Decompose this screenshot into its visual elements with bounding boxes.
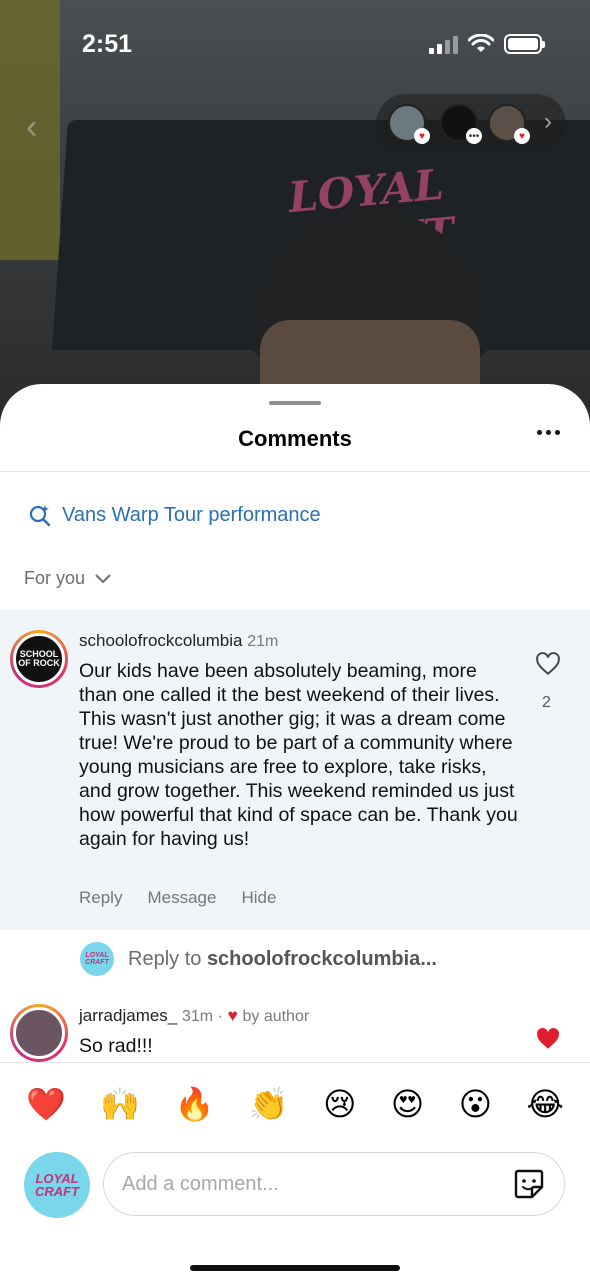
chevron-left-icon[interactable]: ‹ <box>26 108 37 147</box>
sheet-handle[interactable] <box>269 401 321 405</box>
viewer-avatar: ♥ <box>488 104 530 144</box>
comment-username[interactable]: schoolofrockcolumbia <box>79 631 242 650</box>
wifi-icon <box>468 34 494 52</box>
related-search-link[interactable]: Vans Warp Tour performance <box>28 503 321 527</box>
chat-bubble-icon: ••• <box>466 128 482 144</box>
chevron-right-icon: › <box>544 108 552 135</box>
comment-username[interactable]: jarradjames_ <box>79 1006 177 1025</box>
emoji-laughing-button[interactable]: 😂 <box>527 1085 564 1142</box>
heart-icon: ♥ <box>514 128 530 144</box>
story-viewers-pill[interactable]: ♥ ••• ♥ › <box>376 94 566 154</box>
divider <box>0 471 590 472</box>
emoji-clap-button[interactable]: 👏 <box>249 1085 289 1142</box>
emoji-crying-button[interactable]: 😢 <box>323 1085 356 1142</box>
emoji-surprised-button[interactable]: 😮 <box>459 1085 492 1142</box>
reply-button[interactable]: Reply <box>79 888 122 908</box>
reply-to-prompt[interactable]: LOYAL CRAFT Reply to schoolofrockcolumbia… <box>80 942 437 976</box>
home-indicator <box>190 1265 400 1271</box>
sort-filter-dropdown[interactable]: For you <box>24 568 111 589</box>
status-icons <box>429 34 545 54</box>
signal-icon <box>429 34 458 54</box>
sticker-icon[interactable] <box>512 1167 546 1201</box>
viewer-avatar: ♥ <box>388 104 430 144</box>
comment-time: 21m <box>247 633 279 650</box>
emoji-fire-button[interactable]: 🔥 <box>175 1085 215 1142</box>
emoji-heart-eyes-button[interactable]: 😍 <box>391 1085 424 1142</box>
emoji-heart-button[interactable]: ❤️ <box>26 1085 66 1142</box>
comment-header: jarradjames_ 31m · ♥ by author <box>79 1006 309 1026</box>
hide-button[interactable]: Hide <box>241 888 276 908</box>
message-button[interactable]: Message <box>147 888 216 908</box>
chevron-down-icon <box>95 573 111 583</box>
comment-input-placeholder: Add a comment... <box>122 1172 279 1195</box>
status-time: 2:51 <box>82 30 133 58</box>
avatar[interactable] <box>10 1004 68 1062</box>
heart-outline-icon[interactable] <box>535 652 561 676</box>
current-user-avatar: LOYAL CRAFT <box>24 1152 90 1218</box>
comment-input[interactable]: Add a comment... <box>103 1152 565 1216</box>
avatar: LOYAL CRAFT <box>80 942 114 976</box>
comment-text: Our kids have been absolutely beaming, m… <box>79 660 518 850</box>
comment-item: SCHOOL OF ROCK schoolofrockcolumbia 21m O… <box>0 610 590 930</box>
comment-composer: LOYAL CRAFT Add a comment... <box>0 1144 590 1280</box>
sparkle-search-icon <box>29 505 51 527</box>
reply-prefix: Reply to <box>128 947 202 970</box>
viewer-avatar: ••• <box>440 104 482 144</box>
emoji-raised-hands-button[interactable]: 🙌 <box>100 1085 140 1142</box>
heart-filled-icon[interactable] <box>535 1027 561 1051</box>
sheet-title: Comments <box>238 426 352 451</box>
quick-reaction-bar: ❤️ 🙌 🔥 👏 😢 😍 😮 😂 <box>0 1062 590 1142</box>
reply-target: schoolofrockcolumbia... <box>206 947 437 970</box>
sort-filter-label: For you <box>24 568 86 588</box>
comment-actions: Reply Message Hide <box>79 888 276 908</box>
comments-sheet: Comments Vans Warp Tour performance For … <box>0 384 590 1280</box>
avatar[interactable]: SCHOOL OF ROCK <box>10 630 68 688</box>
author-tag: by author <box>242 1008 310 1025</box>
battery-icon <box>504 34 545 54</box>
related-search-label: Vans Warp Tour performance <box>62 503 321 526</box>
status-bar: 2:51 <box>0 0 590 90</box>
heart-icon: ♥ <box>414 128 430 144</box>
comment-header: schoolofrockcolumbia 21m <box>79 631 278 651</box>
heart-icon: ♥ <box>227 1006 238 1025</box>
more-options-icon[interactable] <box>537 430 560 435</box>
comment-time: 31m · <box>182 1008 223 1025</box>
like-count: 2 <box>542 694 551 711</box>
comment-text: So rad!!! <box>79 1035 153 1057</box>
